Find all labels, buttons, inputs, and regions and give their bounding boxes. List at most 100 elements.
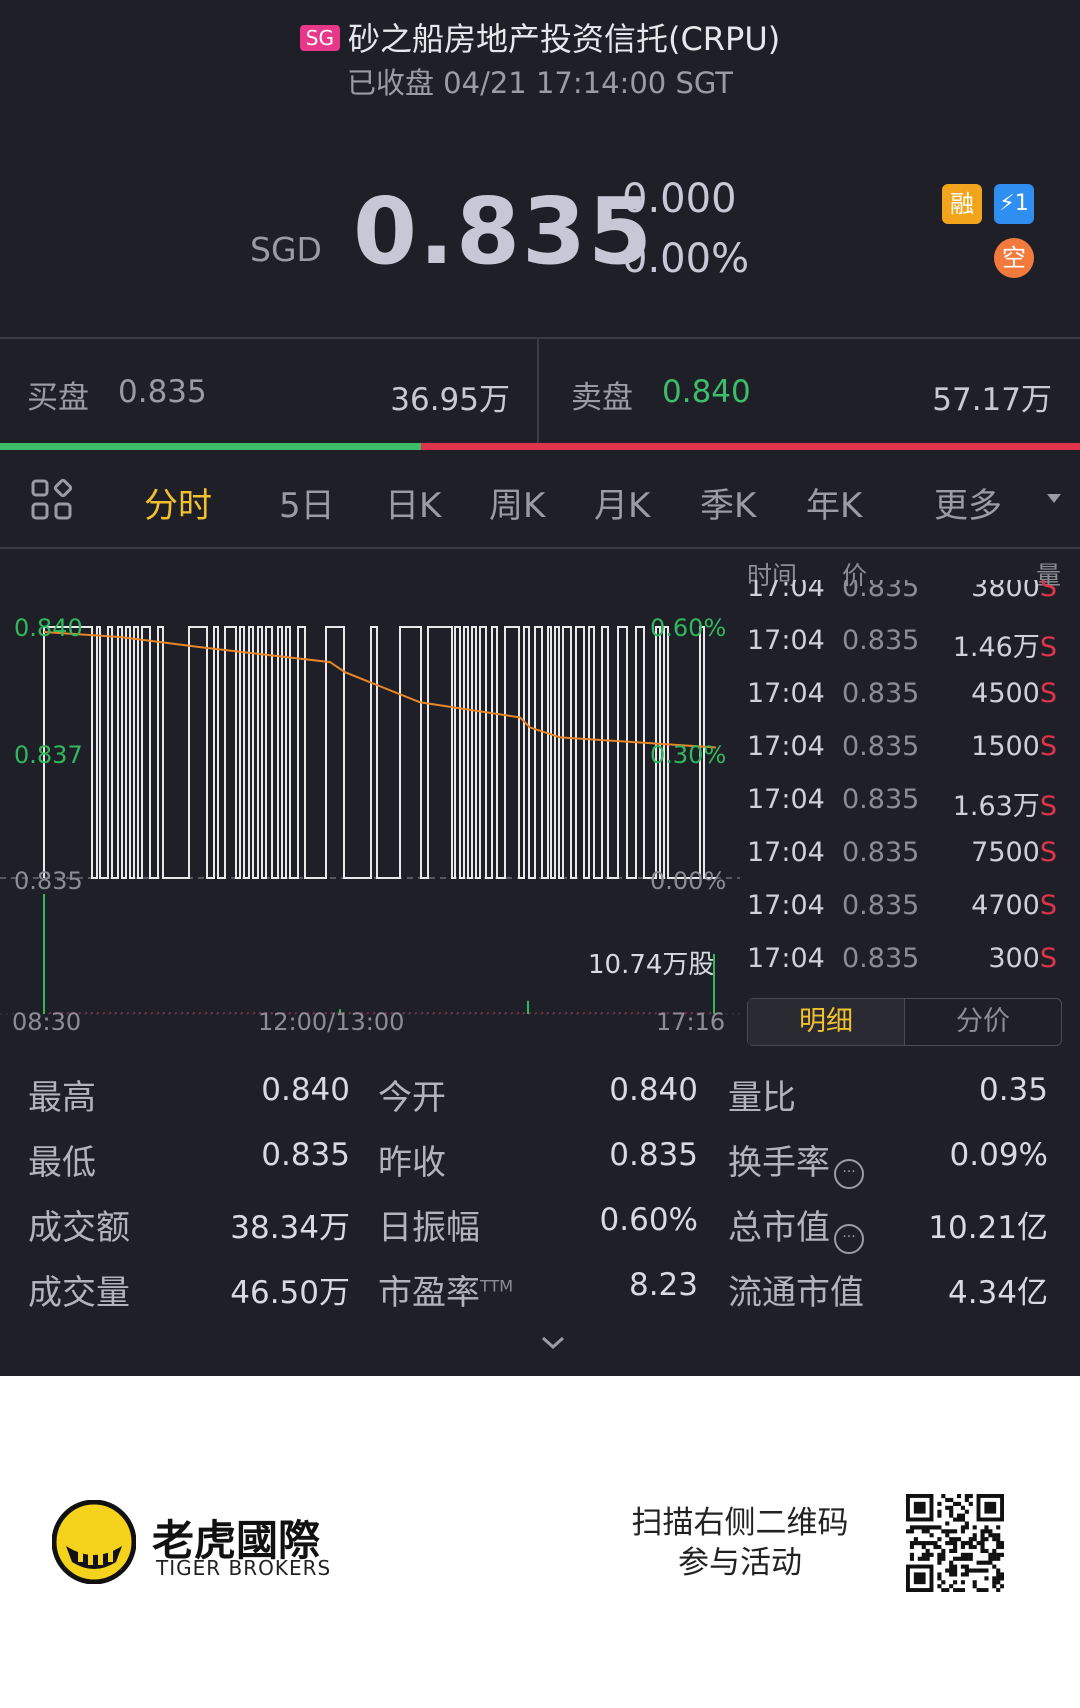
trades-list[interactable]: 17:04 0.835 3800S 17:04 0.835 1.46万S 17:04… — [747, 580, 1067, 990]
qr-module — [964, 1525, 969, 1530]
qr-module — [1000, 1584, 1004, 1589]
short-icon[interactable]: 空 — [994, 238, 1034, 278]
qr-module — [953, 1556, 958, 1561]
divider — [0, 547, 1080, 549]
trade-time: 17:04 — [747, 943, 825, 974]
trade-time: 17:04 — [747, 784, 825, 815]
qr-module — [984, 1560, 989, 1565]
qr-module — [913, 1501, 926, 1514]
qr-module — [964, 1572, 969, 1577]
tab-intraday[interactable]: 分时 — [144, 478, 212, 527]
trade-side: S — [1039, 890, 1057, 921]
qr-module — [949, 1505, 954, 1510]
chevron-down-icon[interactable] — [1047, 494, 1061, 503]
qr-module — [984, 1548, 989, 1553]
qr-module — [945, 1588, 950, 1592]
qr-module — [984, 1501, 997, 1514]
qr-module — [960, 1556, 965, 1561]
qr-module — [996, 1537, 1001, 1542]
volume-label: 10.74万股 — [588, 950, 715, 980]
x-tick: 12:00/13:00 — [258, 1008, 405, 1036]
qr-module — [964, 1564, 969, 1569]
stock-title: SG 砂之船房地产投资信托(CRPU) — [0, 14, 1080, 60]
qr-module — [996, 1533, 1001, 1538]
tab-monthly-k[interactable]: 月K — [594, 478, 650, 527]
qr-module — [964, 1541, 969, 1546]
trade-time: 17:04 — [747, 837, 825, 868]
qr-module — [968, 1541, 973, 1546]
qr-module — [988, 1556, 993, 1561]
tab-yearly-k[interactable]: 年K — [806, 478, 862, 527]
trade-volume: 4700S — [971, 890, 1057, 921]
qr-module — [937, 1509, 942, 1514]
tab-5day[interactable]: 5日 — [279, 478, 335, 527]
qr-module — [960, 1529, 965, 1534]
qr-module — [968, 1537, 973, 1542]
qr-module — [906, 1529, 911, 1534]
qr-module — [988, 1529, 993, 1534]
qr-module — [917, 1525, 922, 1530]
ask-ratio-bar — [421, 443, 1080, 450]
qr-module — [949, 1497, 954, 1503]
qr-module — [960, 1552, 965, 1557]
stat-value: 46.50万 — [230, 1275, 350, 1311]
trade-row: 17:04 0.835 4500S — [747, 678, 1067, 718]
stat-value: 0.35 — [978, 1072, 1048, 1108]
qr-module — [949, 1537, 954, 1542]
qr-module — [937, 1576, 942, 1581]
lightning-icon[interactable]: ⚡1 — [994, 184, 1034, 224]
expand-chevron-icon[interactable] — [540, 1330, 566, 1356]
bid-label: 买盘 — [27, 380, 89, 416]
by-price-tab[interactable]: 分价 — [905, 999, 1061, 1045]
trade-row: 17:04 0.835 4700S — [747, 890, 1067, 930]
trade-side: S — [1039, 580, 1057, 603]
qr-module — [953, 1541, 958, 1546]
qr-module — [956, 1513, 962, 1518]
qr-module — [953, 1529, 958, 1534]
qr-module — [960, 1517, 965, 1522]
qr-module — [921, 1556, 926, 1561]
qr-module — [956, 1556, 962, 1561]
qr-module — [992, 1564, 997, 1569]
qr-module — [996, 1580, 1001, 1585]
qr-module — [984, 1529, 989, 1534]
tab-more[interactable]: 更多 — [934, 478, 1002, 527]
margin-icon[interactable]: 融 — [942, 184, 982, 224]
trade-time: 17:04 — [747, 731, 825, 762]
trade-time: 17:04 — [747, 890, 825, 921]
qr-module — [937, 1501, 942, 1506]
qr-module — [937, 1572, 942, 1577]
qr-module — [956, 1537, 962, 1542]
qr-module — [996, 1572, 1001, 1577]
qr-module — [1000, 1572, 1004, 1577]
qr-module — [909, 1544, 915, 1550]
tab-weekly-k[interactable]: 周K — [489, 478, 545, 527]
trade-side: S — [1039, 943, 1057, 974]
detail-tab[interactable]: 明细 — [748, 999, 905, 1045]
qr-module — [976, 1541, 981, 1546]
grid-icon[interactable] — [30, 478, 74, 522]
qr-module — [968, 1501, 973, 1506]
y-tick-right: 0.60% — [650, 614, 727, 642]
tab-daily-k[interactable]: 日K — [385, 478, 441, 527]
qr-module — [953, 1572, 958, 1577]
qr-module — [913, 1525, 918, 1530]
x-tick: 17:16 — [656, 1008, 726, 1036]
divider — [0, 337, 1080, 339]
stat-label: 最高 — [28, 1078, 96, 1118]
trade-row: 17:04 0.835 1500S — [747, 731, 1067, 771]
qr-module — [996, 1552, 1001, 1557]
qr-module — [941, 1552, 946, 1557]
bid-volume: 36.95万 — [390, 382, 510, 418]
stat-label: 昨收 — [378, 1143, 446, 1183]
qr-module — [945, 1505, 950, 1510]
qr-module — [909, 1556, 915, 1561]
currency-label: SGD — [250, 230, 322, 269]
qr-module — [960, 1505, 965, 1510]
qr-module — [984, 1588, 989, 1592]
qr-module — [964, 1509, 969, 1514]
qr-module — [980, 1548, 985, 1553]
qr-code[interactable] — [906, 1494, 1004, 1592]
stat-value: 0.09% — [949, 1137, 1048, 1173]
tab-quarterly-k[interactable]: 季K — [700, 478, 756, 527]
